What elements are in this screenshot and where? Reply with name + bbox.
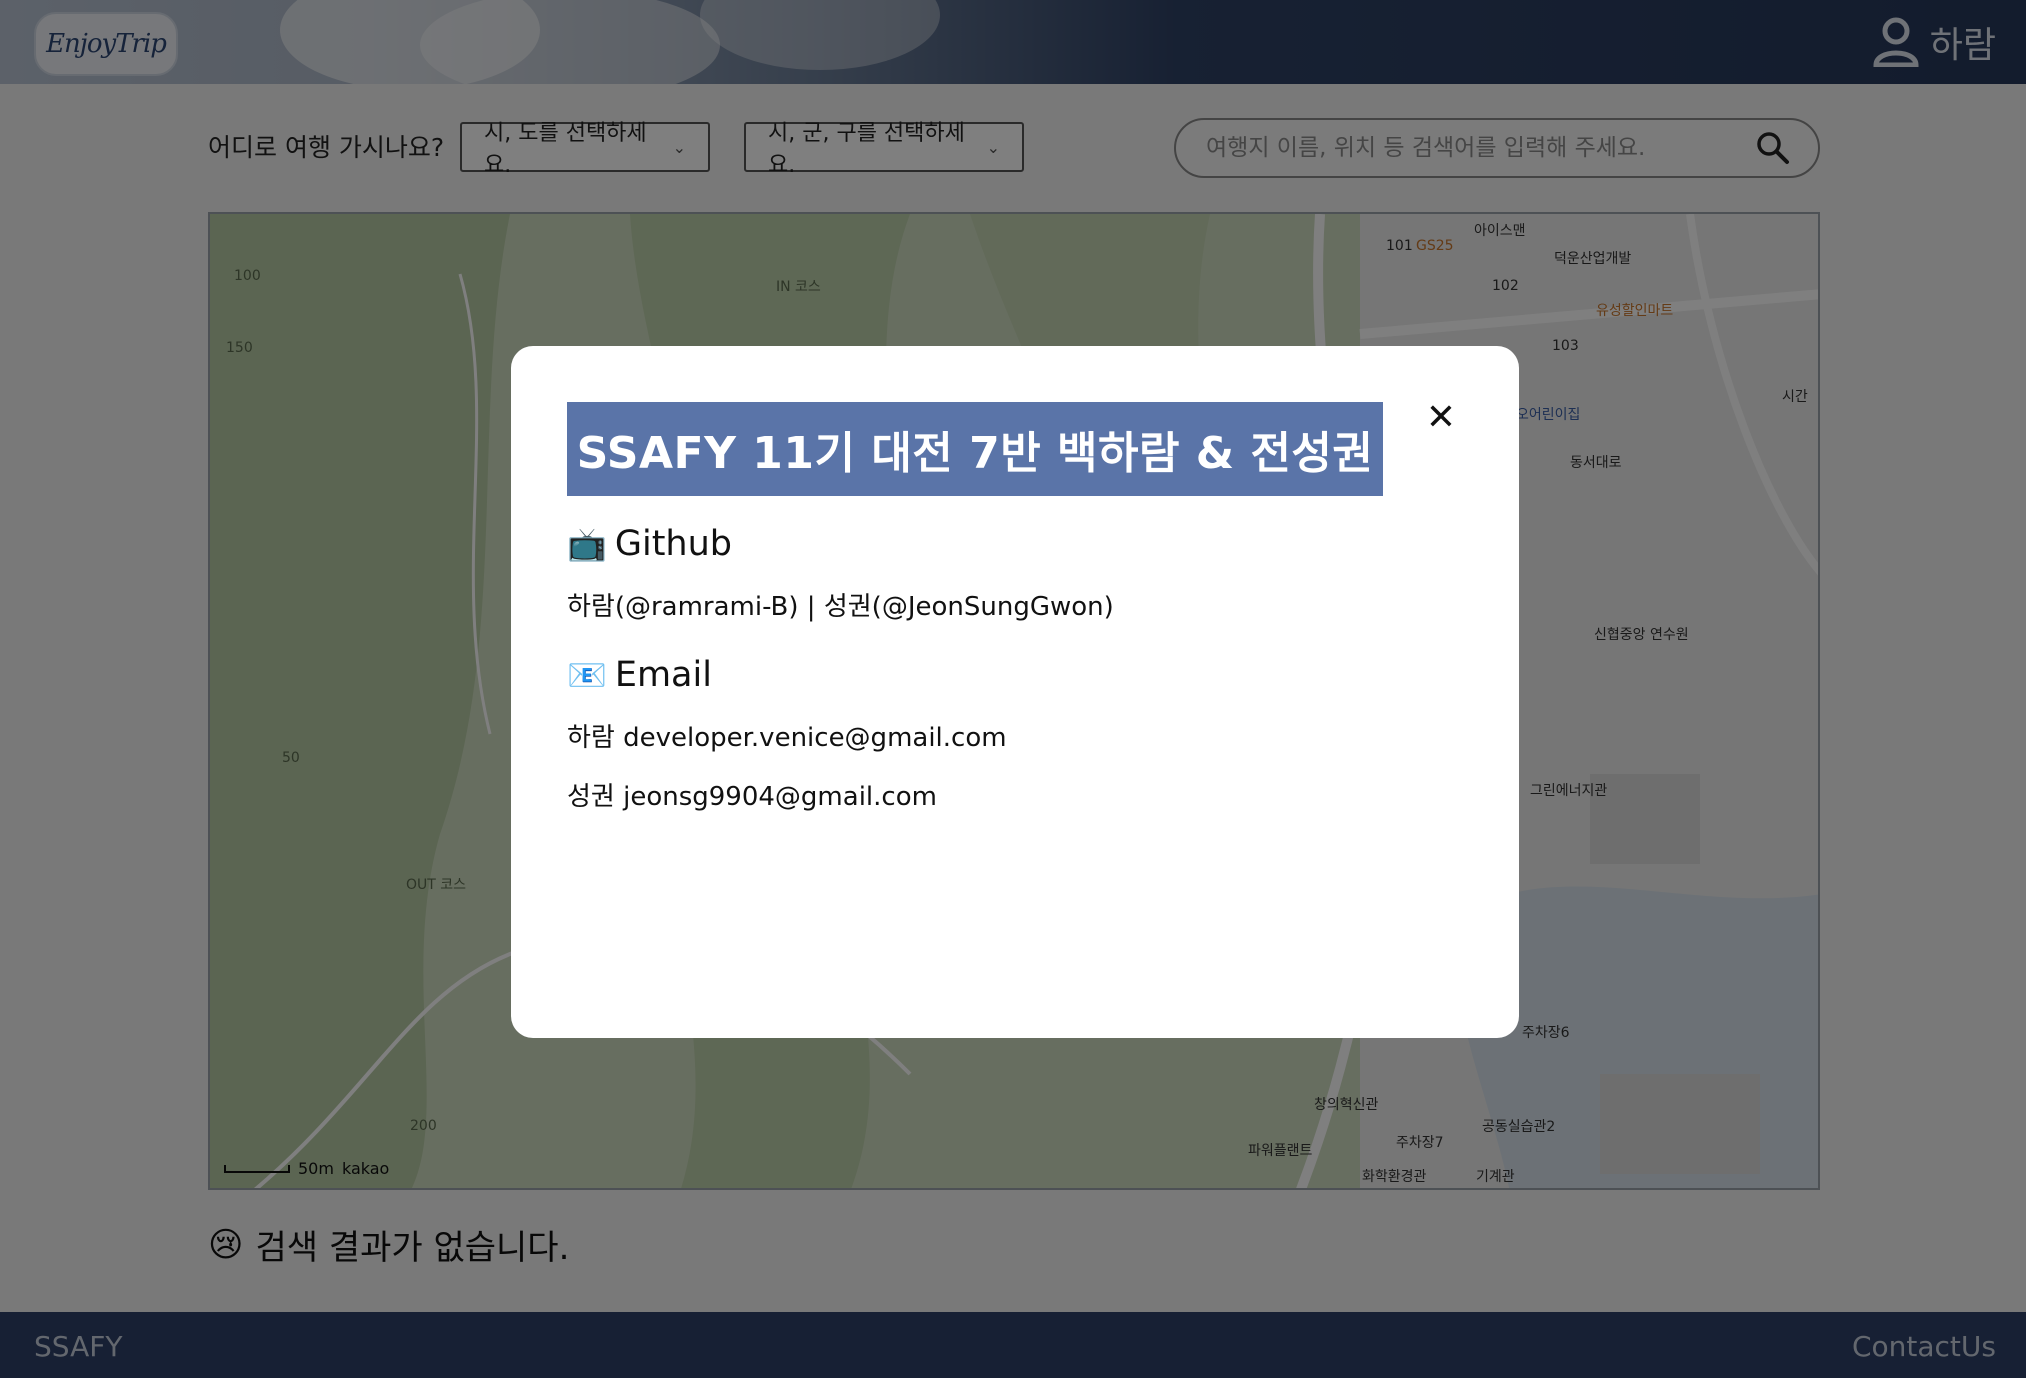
email-haram: 하람 developer.venice@gmail.com (567, 723, 1007, 753)
github-section-heading: 📺 Github (567, 524, 1463, 564)
email-section-heading: 📧 Email (567, 655, 1463, 695)
email-sunggwon: 성권 jeonsg9904@gmail.com (567, 782, 937, 812)
envelope-icon: 📧 (567, 656, 607, 694)
modal-title: SSAFY 11기 대전 7반 백하람 & 전성권 (567, 402, 1383, 496)
contact-modal: SSAFY 11기 대전 7반 백하람 & 전성권 ✕ 📺 Github 하람(… (511, 346, 1519, 1038)
github-accounts: 하람(@ramrami-B) | 성권(@JeonSungGwon) (567, 592, 1114, 622)
email-heading-text: Email (614, 655, 712, 695)
tv-icon: 📺 (567, 525, 607, 563)
github-heading-text: Github (614, 524, 732, 564)
close-icon[interactable]: ✕ (1425, 400, 1457, 436)
